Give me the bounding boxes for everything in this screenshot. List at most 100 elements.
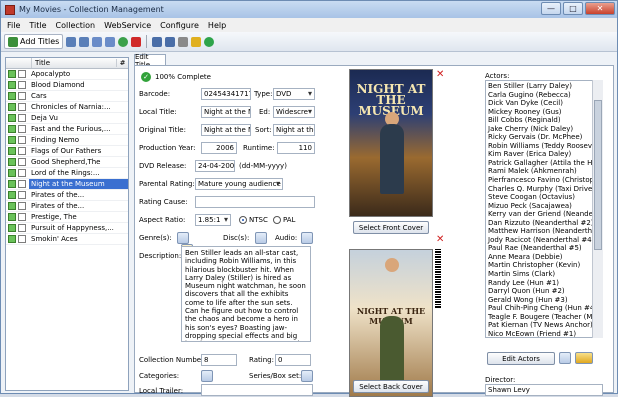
local-trailer-field[interactable] [201, 384, 313, 396]
select-front-cover-button[interactable]: Select Front Cover [353, 221, 429, 234]
actor-item[interactable]: Randy Lee (Hun #1) [488, 279, 600, 288]
actor-item[interactable]: Ricky Gervais (Dr. McPhee) [488, 133, 600, 142]
list-icon[interactable] [66, 36, 77, 47]
actor-item[interactable]: Darryl Quon (Hun #2) [488, 287, 600, 296]
aspect-ratio-select[interactable]: 1.85:1 [195, 214, 231, 226]
categories-picker-button[interactable] [201, 370, 213, 382]
sort-field[interactable]: Night at the I [273, 124, 315, 136]
list-item[interactable]: Pirates of the... [6, 190, 128, 201]
actor-item[interactable]: Robin Williams (Teddy Roosevelt) [488, 142, 602, 151]
genres-picker-button[interactable] [177, 232, 189, 244]
menu-file[interactable]: File [7, 21, 20, 30]
list-item[interactable]: Cars [6, 91, 128, 102]
warning-icon[interactable] [191, 36, 202, 47]
close-button[interactable]: ✕ [585, 2, 615, 15]
edition-select[interactable]: Widescre [273, 106, 315, 118]
pal-radio[interactable] [273, 216, 281, 224]
discs-picker-button[interactable] [255, 232, 267, 244]
actor-item[interactable]: Charles Q. Murphy (Taxi Driver (as... [488, 185, 602, 194]
remove-back-cover-icon[interactable]: ✕ [436, 234, 444, 245]
series-picker-button[interactable] [301, 370, 313, 382]
list-item[interactable]: Apocalypto [6, 69, 128, 80]
actor-item[interactable]: Teagle F. Bougere (Teacher (Mike) [488, 313, 602, 322]
list-item[interactable]: Blood Diamond [6, 80, 128, 91]
actor-item[interactable]: Ben Stiller (Larry Daley) [488, 82, 600, 91]
maximize-button[interactable]: □ [563, 2, 583, 15]
print-icon[interactable] [178, 36, 189, 47]
actor-item[interactable]: Dan Rizzuto (Neanderthal #2) [488, 219, 600, 228]
actor-item[interactable]: Martin Christopher (Kevin) [488, 261, 600, 270]
ntsc-radio[interactable] [239, 216, 247, 224]
list-header-count[interactable]: # [116, 59, 128, 67]
parental-rating-select[interactable]: Mature young audience [195, 178, 283, 190]
menu-collection[interactable]: Collection [56, 21, 96, 30]
list-header-title[interactable]: Title [32, 59, 116, 67]
actor-item[interactable]: Anne Meara (Debbie) [488, 253, 600, 262]
menu-webservice[interactable]: WebService [104, 21, 151, 30]
local-title-field[interactable]: Night at the Mus [201, 106, 251, 118]
list-item[interactable]: Pirates of the... [6, 201, 128, 212]
export-icon[interactable] [165, 36, 176, 47]
type-select[interactable]: DVD [273, 88, 315, 100]
actor-item[interactable]: Kim Raver (Erica Daley) [488, 150, 600, 159]
actor-item[interactable]: Rami Malek (Ahkmenrah) [488, 167, 600, 176]
actors-extra-button[interactable] [559, 352, 571, 364]
list-item[interactable]: Chronicles of Narnia:... [6, 102, 128, 113]
original-title-field[interactable]: Night at the Mus [201, 124, 251, 136]
refresh-icon[interactable] [118, 36, 129, 47]
list-item[interactable]: Smokin' Aces [6, 234, 128, 245]
list-item[interactable]: Good Shepherd,The [6, 157, 128, 168]
copy-icon[interactable] [92, 36, 103, 47]
actor-item[interactable]: Paul Chih-Ping Cheng (Hun #4) [488, 304, 600, 313]
list-item[interactable]: Lord of the Rings:... [6, 168, 128, 179]
front-cover-image[interactable]: NIGHT AT THE MUSEUM [349, 69, 433, 217]
menu-title[interactable]: Title [29, 21, 46, 30]
menu-help[interactable]: Help [208, 21, 226, 30]
list-item[interactable]: Night at the Museum [6, 179, 128, 190]
import-icon[interactable] [152, 36, 163, 47]
select-back-cover-button[interactable]: Select Back Cover [353, 380, 429, 393]
actors-scrollbar[interactable] [592, 80, 603, 338]
actor-item[interactable]: Bill Cobbs (Reginald) [488, 116, 600, 125]
actor-item[interactable]: Jake Cherry (Nick Daley) [488, 125, 600, 134]
actor-item[interactable]: Pat Kiernan (TV News Anchor) [488, 321, 600, 330]
list-header-status[interactable] [6, 58, 32, 68]
actor-item[interactable]: Steve Coogan (Octavius) [488, 193, 600, 202]
actor-item[interactable]: Dick Van Dyke (Cecil) [488, 99, 600, 108]
list-item[interactable]: Finding Nemo [6, 135, 128, 146]
description-field[interactable]: Ben Stiller leads an all-star cast, incl… [181, 246, 311, 342]
details-icon[interactable] [79, 36, 90, 47]
dvd-release-field[interactable]: 24-04-2007 [195, 160, 235, 172]
list-item[interactable]: Prestige, The [6, 212, 128, 223]
paste-icon[interactable] [105, 36, 116, 47]
list-item[interactable]: Pursuit of Happyness,... [6, 223, 128, 234]
actor-item[interactable]: Mickey Rooney (Gus) [488, 108, 600, 117]
actor-item[interactable]: Carla Gugino (Rebecca) [488, 91, 600, 100]
actor-item[interactable]: Patrick Gallagher (Attila the Hun) [488, 159, 602, 168]
actor-item[interactable]: Kerry van der Griend (Neanderthal) [488, 210, 602, 219]
delete-icon[interactable] [131, 36, 142, 47]
production-year-field[interactable]: 2006 [201, 142, 237, 154]
actor-item[interactable]: Pierfrancesco Favino (Christopher Co... [488, 176, 602, 185]
minimize-button[interactable]: — [541, 2, 561, 15]
director-field[interactable]: Shawn Levy [485, 384, 603, 396]
list-item[interactable]: Fast and the Furious,... [6, 124, 128, 135]
actor-item[interactable]: Martin Sims (Clark) [488, 270, 600, 279]
edit-actors-button[interactable]: Edit Actors [487, 352, 555, 365]
barcode-field[interactable]: 024543417170 [201, 88, 251, 100]
collection-number-field[interactable]: 8 [201, 354, 237, 366]
actor-item[interactable]: Nico McEown (Friend #1) [488, 330, 600, 337]
actor-item[interactable]: Gerald Wong (Hun #3) [488, 296, 600, 305]
actor-item[interactable]: Jody Racicot (Neanderthal #4) [488, 236, 600, 245]
list-item[interactable]: Deja Vu [6, 113, 128, 124]
audio-picker-button[interactable] [301, 232, 313, 244]
actors-scroll-thumb[interactable] [594, 100, 602, 250]
runtime-field[interactable]: 110 [277, 142, 315, 154]
actor-item[interactable]: Matthew Harrison (Neanderthal #3) [488, 227, 602, 236]
web-icon[interactable] [204, 36, 215, 47]
rating-field[interactable]: 0 [275, 354, 311, 366]
rating-cause-field[interactable] [195, 196, 315, 208]
list-item[interactable]: Flags of Our Fathers [6, 146, 128, 157]
actor-item[interactable]: Paul Rae (Neanderthal #5) [488, 244, 600, 253]
imdb-icon[interactable] [575, 352, 593, 364]
